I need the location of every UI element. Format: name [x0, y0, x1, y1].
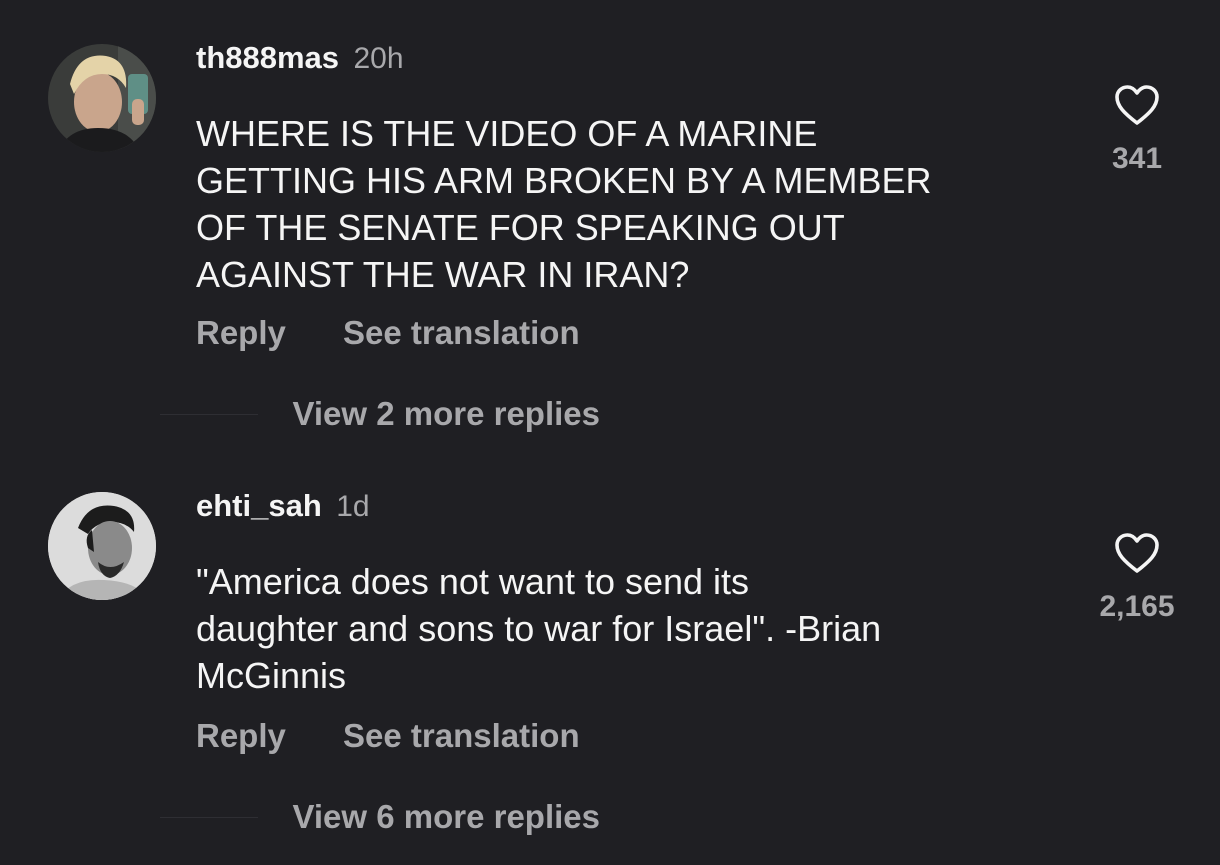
- comment-meta: th888mas 20h: [196, 40, 404, 76]
- comment-text-line: GETTING HIS ARM BROKEN BY A MEMBER: [196, 160, 932, 201]
- see-translation-button[interactable]: See translation: [343, 717, 580, 754]
- view-more-replies-button[interactable]: View 2 more replies: [292, 395, 600, 432]
- comment-actions: Reply See translation: [196, 314, 580, 352]
- heart-outline-icon: [1115, 85, 1159, 125]
- comment-text-line: McGinnis: [196, 655, 347, 696]
- timestamp: 1d: [336, 490, 370, 523]
- view-replies: View 2 more replies: [160, 395, 600, 433]
- view-more-replies-button[interactable]: View 6 more replies: [292, 798, 600, 835]
- reply-button[interactable]: Reply: [196, 314, 286, 351]
- comment-text-line: "America does not want to send its: [196, 561, 750, 602]
- like-button[interactable]: 341: [1087, 84, 1187, 176]
- comment-meta: ehti_sah 1d: [196, 488, 370, 524]
- user-photo-avatar-icon: [48, 44, 156, 152]
- user-photo-avatar-icon: [48, 492, 156, 600]
- comment-text-line: AGAINST THE WAR IN IRAN?: [196, 254, 690, 295]
- comment-text: WHERE IS THE VIDEO OF A MARINE GETTING H…: [196, 110, 1046, 298]
- avatar[interactable]: [48, 492, 156, 600]
- comment-text-line: OF THE SENATE FOR SPEAKING OUT: [196, 207, 845, 248]
- comment-actions: Reply See translation: [196, 717, 580, 755]
- reply-button[interactable]: Reply: [196, 717, 286, 754]
- avatar[interactable]: [48, 44, 156, 152]
- like-count: 2,165: [1099, 590, 1175, 623]
- username[interactable]: th888mas: [196, 40, 339, 75]
- like-count: 341: [1111, 142, 1163, 175]
- comment-text: "America does not want to send its daugh…: [196, 558, 1046, 699]
- divider: [160, 413, 258, 415]
- like-button[interactable]: 2,165: [1087, 532, 1187, 624]
- comment-text-line: daughter and sons to war for Israel". -B…: [196, 608, 882, 649]
- see-translation-button[interactable]: See translation: [343, 314, 580, 351]
- heart-outline-icon: [1115, 533, 1159, 573]
- comment-text-line: WHERE IS THE VIDEO OF A MARINE: [196, 113, 818, 154]
- timestamp: 20h: [353, 42, 404, 75]
- username[interactable]: ehti_sah: [196, 488, 322, 523]
- divider: [160, 816, 258, 818]
- view-replies: View 6 more replies: [160, 798, 600, 836]
